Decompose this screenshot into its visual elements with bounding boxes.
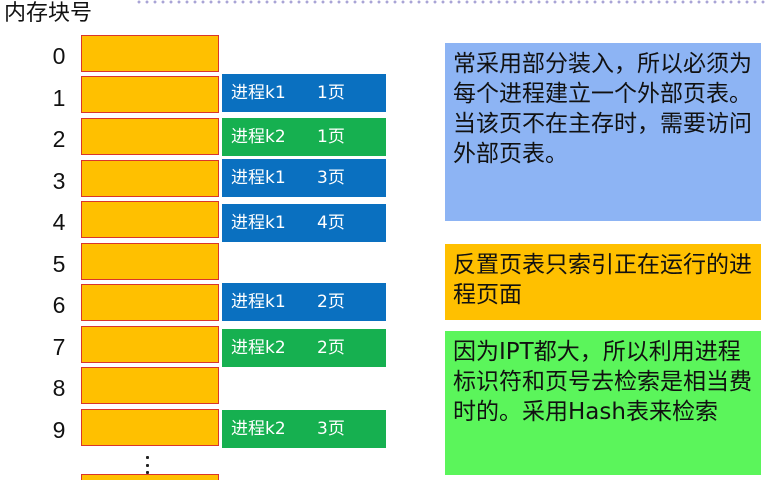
entry-page: 2页 <box>317 292 345 312</box>
entry-page: 1页 <box>317 127 345 147</box>
entry-page: 2页 <box>317 338 345 358</box>
memory-block-8 <box>81 367 219 404</box>
block-number-0: 0 <box>52 43 66 69</box>
block-number-9: 9 <box>52 417 66 443</box>
entry-process: 进程k1 <box>231 213 286 233</box>
page-entry-9: 进程k2 3页 <box>222 410 386 448</box>
memory-block-0 <box>81 35 219 72</box>
block-number-7: 7 <box>52 334 66 360</box>
entry-process: 进程k2 <box>231 419 286 439</box>
entry-process: 进程k2 <box>231 127 286 147</box>
note-external-page-table: 常采用部分装入，所以必须为每个进程建立一个外部页表。当该页不在主存时，需要访问外… <box>445 43 761 221</box>
entry-process: 进程k1 <box>231 292 286 312</box>
entry-page: 1页 <box>317 83 345 103</box>
memory-block-number-label: 内存块号 <box>4 1 93 26</box>
page-entry-3: 进程k1 3页 <box>222 159 386 197</box>
block-number-4: 4 <box>52 209 66 235</box>
entry-process: 进程k2 <box>231 338 286 358</box>
page-entry-4: 进程k1 4页 <box>222 204 386 242</box>
entry-page: 3页 <box>317 168 345 188</box>
page-entry-7: 进程k2 2页 <box>222 329 386 367</box>
memory-block-2 <box>81 118 219 155</box>
top-dotted-border <box>135 0 767 4</box>
entry-page: 4页 <box>317 213 345 233</box>
page-entry-6: 进程k1 2页 <box>222 283 386 321</box>
block-number-6: 6 <box>52 292 66 318</box>
memory-block-7 <box>81 326 219 363</box>
page-entry-2: 进程k2 1页 <box>222 118 386 156</box>
block-number-1: 1 <box>52 85 66 111</box>
memory-block-6 <box>81 284 219 321</box>
block-number-5: 5 <box>52 251 66 277</box>
block-number-2: 2 <box>52 126 66 152</box>
note-hash-lookup: 因为IPT都大，所以利用进程标识符和页号去检索是相当费时的。采用Hash表来检索 <box>445 331 761 475</box>
note-inverted-page-table: 反置页表只索引正在运行的进程页面 <box>445 244 761 320</box>
memory-block-5 <box>81 243 219 280</box>
memory-block-1 <box>81 76 219 113</box>
memory-block-3 <box>81 160 219 197</box>
entry-process: 进程k1 <box>231 83 286 103</box>
memory-block-9 <box>81 409 219 446</box>
block-number-8: 8 <box>52 375 66 401</box>
entry-process: 进程k1 <box>231 168 286 188</box>
memory-block-4 <box>81 201 219 238</box>
page-entry-1: 进程k1 1页 <box>222 74 386 112</box>
block-number-3: 3 <box>52 168 66 194</box>
vertical-ellipsis <box>144 456 150 474</box>
memory-block-partial <box>81 474 219 480</box>
entry-page: 3页 <box>317 419 345 439</box>
